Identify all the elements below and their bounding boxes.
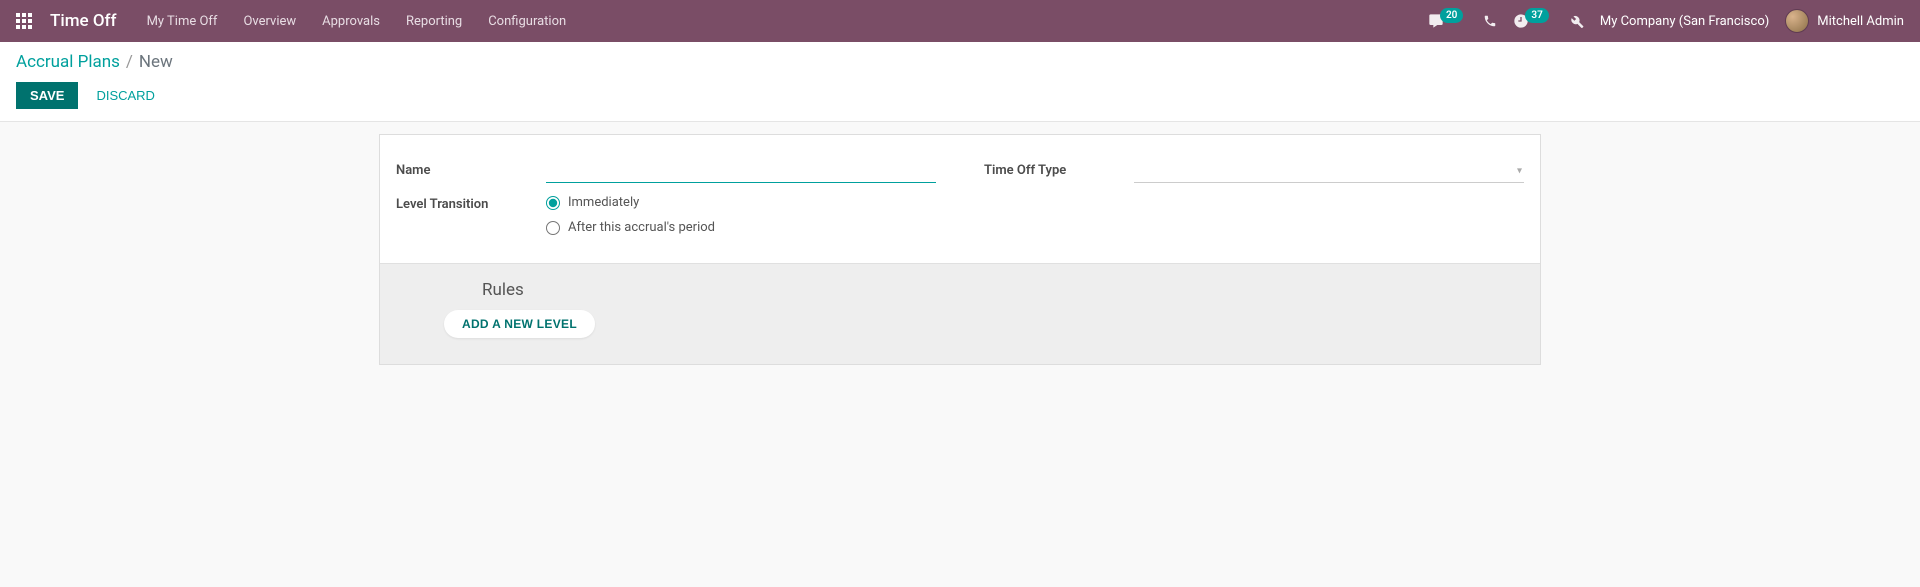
control-panel: Accrual Plans / New SAVE DISCARD <box>0 42 1920 122</box>
nav-my-time-off[interactable]: My Time Off <box>143 12 222 31</box>
user-name: Mitchell Admin <box>1817 14 1904 29</box>
breadcrumb-separator: / <box>126 52 133 72</box>
user-menu[interactable]: Mitchell Admin <box>1785 9 1904 33</box>
radio-immediately[interactable]: Immediately <box>546 195 936 210</box>
nav-configuration[interactable]: Configuration <box>484 12 570 31</box>
add-level-button[interactable]: ADD A NEW LEVEL <box>444 310 595 338</box>
radio-immediately-input[interactable] <box>546 196 560 210</box>
row-level-transition: Level Transition Immediately After this … <box>396 193 936 235</box>
name-input[interactable] <box>546 159 936 183</box>
debug-button[interactable] <box>1569 14 1584 29</box>
button-row: SAVE DISCARD <box>16 82 1904 109</box>
breadcrumb-parent[interactable]: Accrual Plans <box>16 52 120 72</box>
activities-button[interactable]: 37 <box>1513 13 1552 29</box>
company-switcher[interactable]: My Company (San Francisco) <box>1600 14 1769 29</box>
breadcrumb: Accrual Plans / New <box>16 52 1904 72</box>
main-area: Name Level Transition Immediately <box>0 122 1920 405</box>
level-transition-field: Immediately After this accrual's period <box>546 195 936 235</box>
rules-section: Rules ADD A NEW LEVEL <box>380 263 1540 364</box>
radio-after-period[interactable]: After this accrual's period <box>546 220 936 235</box>
nav-overview[interactable]: Overview <box>239 12 300 31</box>
form-col-right: Time Off Type ▾ <box>984 159 1524 245</box>
form-inner: Name Level Transition Immediately <box>380 135 1540 263</box>
time-off-type-label: Time Off Type <box>984 159 1134 178</box>
level-transition-label: Level Transition <box>396 193 546 212</box>
form-sheet: Name Level Transition Immediately <box>379 134 1541 365</box>
company-name: My Company (San Francisco) <box>1600 14 1769 29</box>
tools-icon <box>1569 14 1584 29</box>
apps-icon[interactable] <box>16 13 32 29</box>
nav-approvals[interactable]: Approvals <box>318 12 384 31</box>
form-col-left: Name Level Transition Immediately <box>396 159 936 245</box>
rules-inner: Rules ADD A NEW LEVEL <box>444 280 1524 338</box>
navbar-right: 20 37 My Company (San Francisco) Mitchel… <box>1428 9 1904 33</box>
save-button[interactable]: SAVE <box>16 82 78 109</box>
time-off-type-field-wrap: ▾ <box>1134 159 1524 183</box>
navbar-left: Time Off My Time Off Overview Approvals … <box>16 11 570 31</box>
radio-after-period-label: After this accrual's period <box>568 220 715 235</box>
messages-button[interactable]: 20 <box>1428 13 1467 29</box>
form-grid: Name Level Transition Immediately <box>396 159 1524 245</box>
phone-icon <box>1483 14 1497 28</box>
messages-badge: 20 <box>1440 8 1463 23</box>
radio-after-period-input[interactable] <box>546 221 560 235</box>
radio-immediately-label: Immediately <box>568 195 639 210</box>
name-label: Name <box>396 159 546 178</box>
activities-badge: 37 <box>1525 8 1548 23</box>
discard-button[interactable]: DISCARD <box>88 82 163 109</box>
time-off-type-input[interactable] <box>1134 159 1524 183</box>
avatar <box>1785 9 1809 33</box>
phone-button[interactable] <box>1483 14 1497 28</box>
name-field-wrap <box>546 159 936 183</box>
breadcrumb-current: New <box>139 52 173 72</box>
nav-reporting[interactable]: Reporting <box>402 12 466 31</box>
row-time-off-type: Time Off Type ▾ <box>984 159 1524 183</box>
top-navbar: Time Off My Time Off Overview Approvals … <box>0 0 1920 42</box>
row-name: Name <box>396 159 936 183</box>
rules-title: Rules <box>482 280 1524 300</box>
app-title[interactable]: Time Off <box>50 11 117 31</box>
